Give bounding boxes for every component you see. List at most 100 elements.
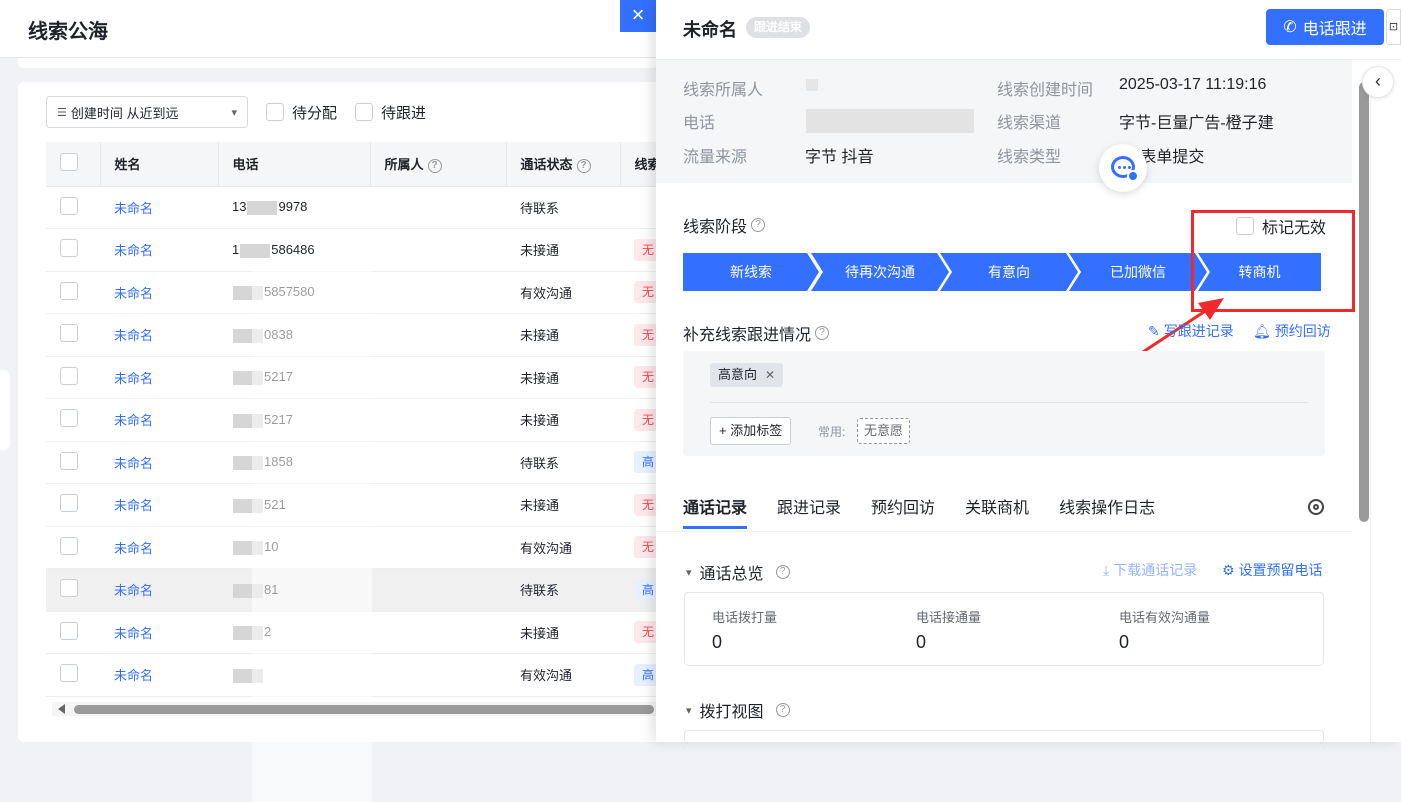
row-checkbox[interactable]	[60, 536, 78, 555]
tab-call-records[interactable]: 通话记录	[683, 494, 748, 529]
created-label: 线索创建时间	[997, 82, 1094, 99]
row-checkbox[interactable]	[60, 239, 78, 258]
tab-operation-log[interactable]: 线索操作日志	[1059, 494, 1155, 529]
row-select-cell[interactable]	[46, 441, 100, 484]
row-select-cell[interactable]	[46, 398, 100, 442]
phone-suffix: 81	[264, 581, 279, 597]
row-checkbox[interactable]	[60, 409, 78, 428]
filter-unassigned[interactable]: 待分配	[266, 102, 337, 123]
scroll-left-icon[interactable]	[58, 704, 65, 714]
row-checkbox[interactable]	[60, 664, 78, 683]
stage-intent[interactable]: 有意向	[940, 253, 1078, 291]
more-button[interactable]: ⊡	[1386, 9, 1401, 45]
schedule-visit-link[interactable]: 🔔︎ 预约回访	[1253, 321, 1331, 341]
row-select-cell[interactable]	[46, 611, 100, 654]
row-name-link[interactable]: 未命名	[100, 271, 218, 314]
row-checkbox[interactable]	[60, 451, 78, 470]
row-select-cell[interactable]	[46, 186, 100, 229]
drawer-title: 未命名	[683, 20, 737, 40]
table-row[interactable]: 未命名 10 有效沟通无	[46, 526, 666, 569]
row-name-link[interactable]: 未命名	[100, 568, 218, 612]
table-row[interactable]: 未命名 1858 待联系高	[46, 441, 666, 484]
unassigned-checkbox[interactable]	[266, 103, 284, 121]
tab-related-opportunities[interactable]: 关联商机	[965, 494, 1029, 529]
help-icon: ?	[751, 218, 766, 232]
row-select-cell[interactable]	[46, 653, 100, 697]
download-records-link[interactable]: ⤓ 下载通话记录	[1103, 560, 1197, 580]
row-checkbox[interactable]	[60, 579, 78, 598]
row-select-cell[interactable]	[46, 313, 100, 357]
chevron-down-icon: ▾	[686, 566, 692, 579]
add-tag-button[interactable]: + 添加标签	[710, 417, 792, 445]
row-name-link[interactable]: 未命名	[100, 313, 218, 357]
stat-value: 0	[712, 632, 723, 652]
select-all-checkbox[interactable]	[60, 153, 78, 172]
pending-follow-checkbox[interactable]	[355, 103, 374, 121]
col-phone[interactable]: 电话	[218, 142, 371, 187]
status-badge: 跟进结束	[746, 17, 811, 38]
dial-view-header[interactable]: ▾ 拨打视图?	[686, 698, 790, 722]
filter-pending-follow[interactable]: 待跟进	[355, 102, 426, 123]
chevron-down-icon: ▾	[231, 106, 237, 119]
col-call-status[interactable]: 通话状态?	[506, 142, 621, 187]
set-reserved-phone-link[interactable]: ⚙ 设置预留电话	[1222, 560, 1323, 580]
stage-wechat[interactable]: 已加微信	[1069, 253, 1207, 291]
select-all-cell[interactable]	[46, 142, 101, 187]
row-checkbox[interactable]	[60, 494, 78, 513]
row-checkbox[interactable]	[60, 621, 78, 640]
phone-suffix: 5217	[264, 411, 293, 427]
table-row[interactable]: 未命名 521 未接通无	[46, 483, 666, 527]
table-row[interactable]: 未命名 5217 未接通无	[46, 398, 666, 442]
tab-scheduled-visits[interactable]: 预约回访	[871, 494, 935, 529]
vertical-scrollbar[interactable]	[1358, 62, 1370, 522]
row-name-link[interactable]: 未命名	[100, 398, 218, 442]
row-select-cell[interactable]	[46, 568, 100, 612]
sort-select[interactable]: ☰ 创建时间 从近到远 ▾	[46, 96, 248, 128]
common-tag[interactable]: 无意愿	[857, 418, 911, 444]
table-row[interactable]: 未命名 0838 未接通无	[46, 313, 666, 357]
table-row[interactable]: 未命名 13 9978 待联系	[46, 186, 666, 229]
row-checkbox[interactable]	[60, 281, 78, 300]
horizontal-scrollbar[interactable]	[52, 702, 658, 716]
call-follow-button[interactable]: ✆ 电话跟进	[1266, 9, 1384, 45]
chevron-left-icon[interactable]: ‹	[1362, 66, 1394, 98]
close-button[interactable]: ×	[620, 0, 656, 32]
row-select-cell[interactable]	[46, 271, 100, 314]
row-select-cell[interactable]	[46, 483, 100, 527]
chevron-down-icon: ▾	[686, 704, 692, 717]
table-row[interactable]: 未命名 有效沟通高	[46, 653, 666, 697]
row-name-link[interactable]: 未命名	[100, 526, 218, 569]
col-owner[interactable]: 所属人?	[370, 142, 507, 187]
row-select-cell[interactable]	[46, 356, 100, 399]
table-row[interactable]: 未命名 5857580 有效沟通无	[46, 271, 666, 314]
vertical-scroll-thumb[interactable]	[1359, 82, 1369, 522]
row-select-cell[interactable]	[46, 228, 100, 272]
remove-tag-icon[interactable]: ✕	[765, 368, 775, 382]
row-name-link[interactable]: 未命名	[100, 441, 218, 484]
table-row[interactable]: 未命名 5217 未接通无	[46, 356, 666, 399]
col-name[interactable]: 姓名	[100, 142, 219, 187]
row-select-cell[interactable]	[46, 526, 100, 569]
row-name-link[interactable]: 未命名	[100, 483, 218, 527]
row-checkbox[interactable]	[60, 196, 78, 215]
left-collapse-tab[interactable]	[0, 370, 10, 450]
assistant-bot-icon[interactable]	[1099, 144, 1147, 192]
scroll-thumb[interactable]	[74, 705, 654, 714]
write-record-link[interactable]: ✎ 写跟进记录	[1148, 321, 1234, 341]
row-name-link[interactable]: 未命名	[100, 611, 218, 654]
tab-follow-records[interactable]: 跟进记录	[777, 494, 841, 529]
stage-new[interactable]: 新线索	[683, 253, 819, 291]
row-name-link[interactable]: 未命名	[100, 356, 218, 399]
table-row[interactable]: 未命名 1 586486 未接通无	[46, 228, 666, 272]
table-row[interactable]: 未命名 81 待联系高	[46, 568, 666, 612]
sort-icon: ☰	[57, 106, 67, 119]
row-name-link[interactable]: 未命名	[100, 186, 218, 229]
call-overview-header[interactable]: ▾ 通话总览?	[686, 560, 790, 584]
gear-icon[interactable]	[1308, 499, 1324, 515]
row-checkbox[interactable]	[60, 366, 78, 385]
row-name-link[interactable]: 未命名	[100, 653, 218, 697]
stage-recontact[interactable]: 待再次沟通	[811, 253, 949, 291]
table-row[interactable]: 未命名 2 未接通无	[46, 611, 666, 654]
row-name-link[interactable]: 未命名	[100, 228, 218, 272]
row-checkbox[interactable]	[60, 324, 78, 343]
